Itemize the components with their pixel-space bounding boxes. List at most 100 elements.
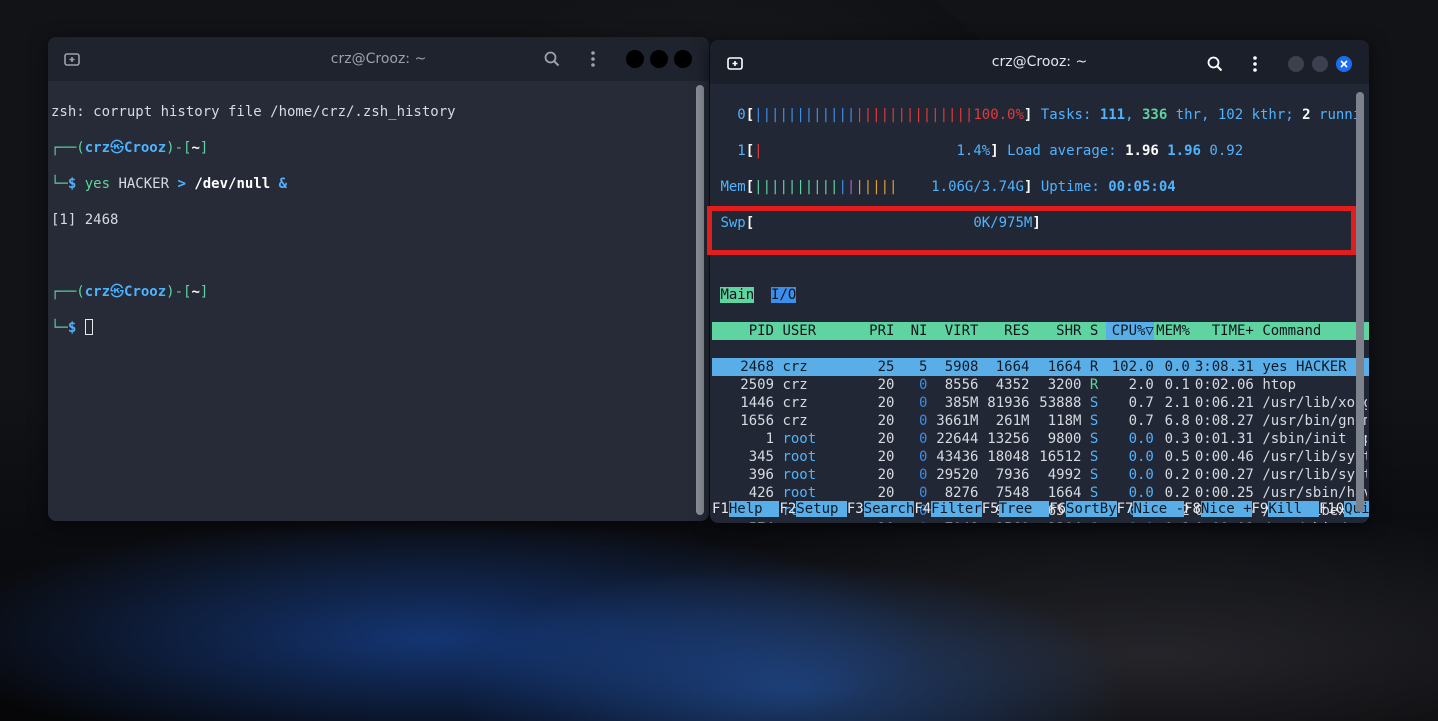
tab-main[interactable]: Main xyxy=(720,287,755,303)
terminal-output[interactable]: zsh: corrupt history file /home/crz/.zsh… xyxy=(48,81,709,521)
titlebar[interactable]: crz@Crooz: ~ xyxy=(710,40,1369,84)
scrollbar-thumb[interactable] xyxy=(696,85,704,515)
fkey-action-button[interactable]: Kill xyxy=(1268,501,1319,517)
cell-user: crz xyxy=(782,377,808,393)
cell-state: S xyxy=(1089,449,1099,465)
scrollbar[interactable] xyxy=(1356,92,1364,512)
cpu-meter: 1[| 1.4%] Load average: 1.96 1.96 0.92 xyxy=(737,143,1244,159)
close-icon[interactable] xyxy=(1336,56,1352,72)
fkey-action-button[interactable]: Nice + xyxy=(1200,501,1252,517)
col-state[interactable]: S xyxy=(1090,322,1106,340)
cell-user: root xyxy=(782,449,817,465)
col-pid[interactable]: PID xyxy=(712,322,774,340)
cell-shr: 53888 xyxy=(1039,395,1082,411)
fkey-action-button[interactable]: Filter xyxy=(931,501,982,517)
cell-mem: 2.1 xyxy=(1164,395,1190,411)
tasks-count: 111 xyxy=(1099,107,1126,123)
fkey-action-button[interactable]: Search xyxy=(863,501,915,517)
cell-ni: 0 xyxy=(919,449,928,465)
table-row[interactable]: 1446 crz 20 0 385M 81936 53888 S 0.7 2.1 0:06.21… xyxy=(712,394,1369,412)
fkey-label: F7 xyxy=(1116,501,1134,517)
fkey-action-button[interactable]: Setup xyxy=(796,501,847,517)
cell-user: root xyxy=(782,467,817,483)
table-row[interactable]: 2509 crz 20 0 8556 4352 3200 R 2.0 0.1 0:02.06 h… xyxy=(712,376,1369,394)
close-icon[interactable] xyxy=(674,50,692,68)
col-res[interactable]: RES xyxy=(978,322,1029,340)
tab-io[interactable]: I/O xyxy=(771,287,797,303)
kthreads-label: kthr; xyxy=(1243,107,1303,123)
maximize-icon[interactable] xyxy=(650,50,668,68)
col-ni[interactable]: NI xyxy=(894,322,928,340)
kebab-menu-icon[interactable] xyxy=(580,46,606,72)
col-command[interactable]: Command xyxy=(1262,322,1367,340)
cell-ni: 0 xyxy=(919,377,928,393)
cell-time: 0:00.01 xyxy=(1190,520,1254,523)
scrollbar-thumb[interactable] xyxy=(1356,92,1364,512)
swap-value: 0K/975M xyxy=(973,215,1033,231)
cell-pid: 574 xyxy=(712,520,774,523)
search-icon[interactable] xyxy=(1202,51,1228,77)
minimize-icon[interactable] xyxy=(626,50,644,68)
col-user[interactable]: USER xyxy=(782,322,862,340)
cell-res: 18048 xyxy=(987,449,1030,465)
table-row[interactable]: 2468 crz 25 5 5908 1664 1664 R 102.0 0.0 3:08.31… xyxy=(712,358,1369,376)
table-row[interactable]: 1656 crz 20 0 3661M 261M 118M S 0.7 6.8 0:08.27 … xyxy=(712,412,1369,430)
titlebar[interactable]: crz@Crooz: ~ xyxy=(48,37,709,81)
fkey-label: F10 xyxy=(1318,501,1345,517)
cell-cpu: 102.0 xyxy=(1111,359,1154,375)
col-virt[interactable]: VIRT xyxy=(927,322,979,340)
cell-command: /usr/lib/syst xyxy=(1262,449,1368,465)
cell-mem: 0.1 xyxy=(1154,520,1190,523)
cell-time: 0:02.06 xyxy=(1194,377,1254,393)
col-mem[interactable]: MEM% xyxy=(1154,322,1190,340)
new-tab-icon[interactable] xyxy=(59,46,85,72)
fkey-action-button[interactable]: Tree xyxy=(998,501,1050,517)
cell-cpu: 0.7 xyxy=(1128,395,1154,411)
cell-res: 81936 xyxy=(987,395,1030,411)
minimize-icon[interactable] xyxy=(1288,56,1304,72)
cell-time: 0:08.27 xyxy=(1194,413,1254,429)
col-time[interactable]: TIME+ xyxy=(1190,322,1254,340)
cell-virt: 385M xyxy=(944,395,979,411)
cell-cpu: 0.0 xyxy=(1106,520,1154,523)
prompt-dir: ~ xyxy=(191,140,200,156)
cell-shr: 3200 xyxy=(1047,377,1082,393)
cell-command: /sbin/init sp xyxy=(1262,431,1368,447)
kebab-menu-icon[interactable] xyxy=(1242,51,1268,77)
table-row[interactable]: 345 root 20 0 43436 18048 16512 S 0.0 0.5 0:00.4… xyxy=(712,448,1369,466)
cell-pid: 345 xyxy=(748,449,774,465)
swap-meter: Swp[ 0K/975M] xyxy=(720,215,1041,231)
cell-user: crz xyxy=(782,413,808,429)
fkey-action-button[interactable]: Help xyxy=(728,501,780,517)
fkey-label: F3 xyxy=(846,501,864,517)
fkey-action-button[interactable]: SortBy xyxy=(1066,501,1117,517)
cell-pid: 1 xyxy=(765,431,774,447)
terminal-window-left[interactable]: crz@Crooz: ~ zsh: corrupt history file /… xyxy=(48,37,709,521)
col-pri[interactable]: PRI xyxy=(862,322,894,340)
cell-command: /usr/lib/syst xyxy=(1262,467,1368,483)
col-cpu[interactable]: CPU%▽ xyxy=(1105,322,1154,340)
col-shr[interactable]: SHR xyxy=(1029,322,1081,340)
fkey-action-button[interactable]: Nice - xyxy=(1133,501,1185,517)
new-tab-icon[interactable] xyxy=(722,50,748,76)
htop-screen[interactable]: 0[||||||||||||||||||||||||||100.0%] Task… xyxy=(712,84,1369,523)
load-5min: 1.96 xyxy=(1167,143,1201,159)
table-row[interactable]: 574 root200704825602304 S0.00.10:00.01 /… xyxy=(712,520,1369,523)
cell-pid: 2509 xyxy=(740,377,774,393)
cpu-label: 1 xyxy=(737,143,746,159)
terminal-window-right[interactable]: crz@Crooz: ~ 0[|||||||||||||||||||||||||… xyxy=(710,40,1369,523)
process-list[interactable]: 2468 crz 25 5 5908 1664 1664 R 102.0 0.0 3:08.31… xyxy=(712,358,1369,523)
search-icon[interactable] xyxy=(539,46,565,72)
redirect-op: > xyxy=(177,176,186,192)
table-row[interactable]: 396 root 20 0 29520 7936 4992 S 0.0 0.2 0:00.27 … xyxy=(712,466,1369,484)
maximize-icon[interactable] xyxy=(1312,56,1328,72)
scrollbar[interactable] xyxy=(696,85,704,515)
cell-state: R xyxy=(1089,377,1099,393)
window-title: crz@Crooz: ~ xyxy=(330,51,427,67)
swap-label: Swp xyxy=(720,215,746,231)
cell-pri: 20 xyxy=(862,520,895,523)
table-row[interactable]: 1 root 20 0 22644 13256 9800 S 0.0 0.3 0:01.31 /… xyxy=(712,430,1369,448)
cell-command: /usr/lib/xorg xyxy=(1262,395,1368,411)
